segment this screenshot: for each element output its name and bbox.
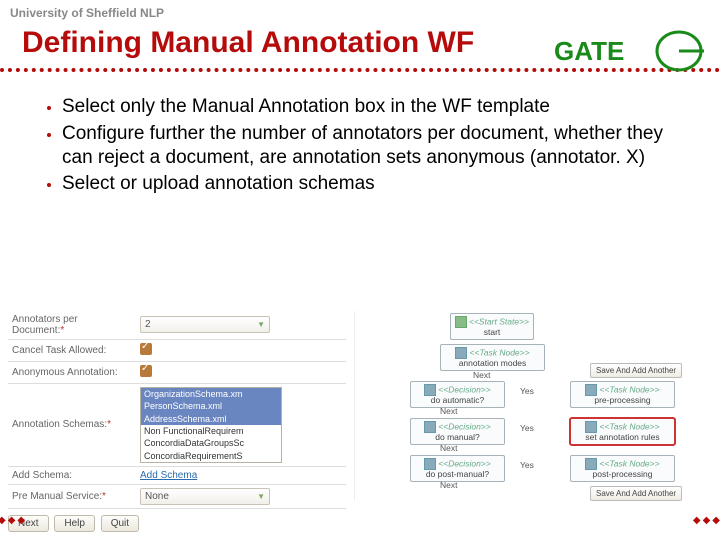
button-row: Next Help Quit <box>8 509 346 532</box>
bullet-2: Configure further the number of annotato… <box>62 122 680 170</box>
annotators-select[interactable]: 2▼ <box>140 316 270 333</box>
label-cancel: Cancel Task Allowed: <box>8 339 136 361</box>
edge-yes-3: Yes <box>520 460 534 470</box>
required-star-3: * <box>102 491 106 502</box>
anonymous-checkbox[interactable] <box>140 365 152 377</box>
screenshots-row: ◆◆◆ ◆◆◆ Annotators per Document:* 2▼ Can… <box>0 311 720 532</box>
node-do-manual: <<Decision>>do manual? <box>410 418 505 445</box>
node-postprocessing: <<Task Node>>post-processing <box>570 455 675 482</box>
title-text: Defining Manual Annotation WF <box>22 26 474 59</box>
required-star-2: * <box>107 419 111 430</box>
edge-next-3: Next <box>440 443 457 453</box>
header-affiliation: University of Sheffield NLP <box>0 0 720 20</box>
cancel-checkbox[interactable] <box>140 343 152 355</box>
node-annotation-modes: <<Task Node>>annotation modes <box>440 344 545 371</box>
footer-dots-left: ◆◆◆ <box>0 515 27 526</box>
required-star: * <box>60 325 64 336</box>
schemas-multiselect[interactable]: OrganizationSchema.xm PersonSchema.xml A… <box>140 387 282 463</box>
help-button[interactable]: Help <box>54 515 95 532</box>
workflow-screenshot: <<Start State>>start <<Task Node>>annota… <box>354 311 720 501</box>
bullet-3: Select or upload annotation schemas <box>62 172 680 196</box>
preservice-select[interactable]: None▼ <box>140 488 270 505</box>
save-button-1[interactable]: Save And Add Another <box>590 363 682 378</box>
quit-button[interactable]: Quit <box>101 515 139 532</box>
edge-yes-1: Yes <box>520 386 534 396</box>
label-preservice: Pre Manual Service: <box>12 491 102 502</box>
edge-yes-2: Yes <box>520 423 534 433</box>
node-do-automatic: <<Decision>>do automatic? <box>410 381 505 408</box>
node-set-rules: <<Task Node>>set annotation rules <box>570 418 675 445</box>
edge-next-2: Next <box>440 406 457 416</box>
label-schemas: Annotation Schemas: <box>12 419 107 430</box>
save-button-2[interactable]: Save And Add Another <box>590 486 682 501</box>
label-annotators: Annotators per Document: <box>12 314 78 336</box>
footer-dots-right: ◆◆◆ <box>693 515 720 526</box>
chevron-down-icon: ▼ <box>257 492 265 501</box>
node-preprocessing: <<Task Node>>pre-processing <box>570 381 675 408</box>
add-schema-link[interactable]: Add Schema <box>140 470 197 481</box>
edge-next-1: Next <box>473 370 490 380</box>
bullet-list: Select only the Manual Annotation box in… <box>0 91 720 209</box>
form-screenshot: Annotators per Document:* 2▼ Cancel Task… <box>0 311 354 532</box>
label-addschema: Add Schema: <box>8 467 136 485</box>
node-do-post: <<Decision>>do post-manual? <box>410 455 505 482</box>
chevron-down-icon: ▼ <box>257 320 265 329</box>
page-title: Defining Manual Annotation WF GATE <box>0 20 720 68</box>
node-start: <<Start State>>start <box>450 313 534 340</box>
label-anonymous: Anonymous Annotation: <box>8 361 136 383</box>
edge-next-4: Next <box>440 480 457 490</box>
svg-text:GATE: GATE <box>554 36 624 66</box>
gate-logo: GATE <box>554 30 704 80</box>
bullet-1: Select only the Manual Annotation box in… <box>62 95 680 119</box>
